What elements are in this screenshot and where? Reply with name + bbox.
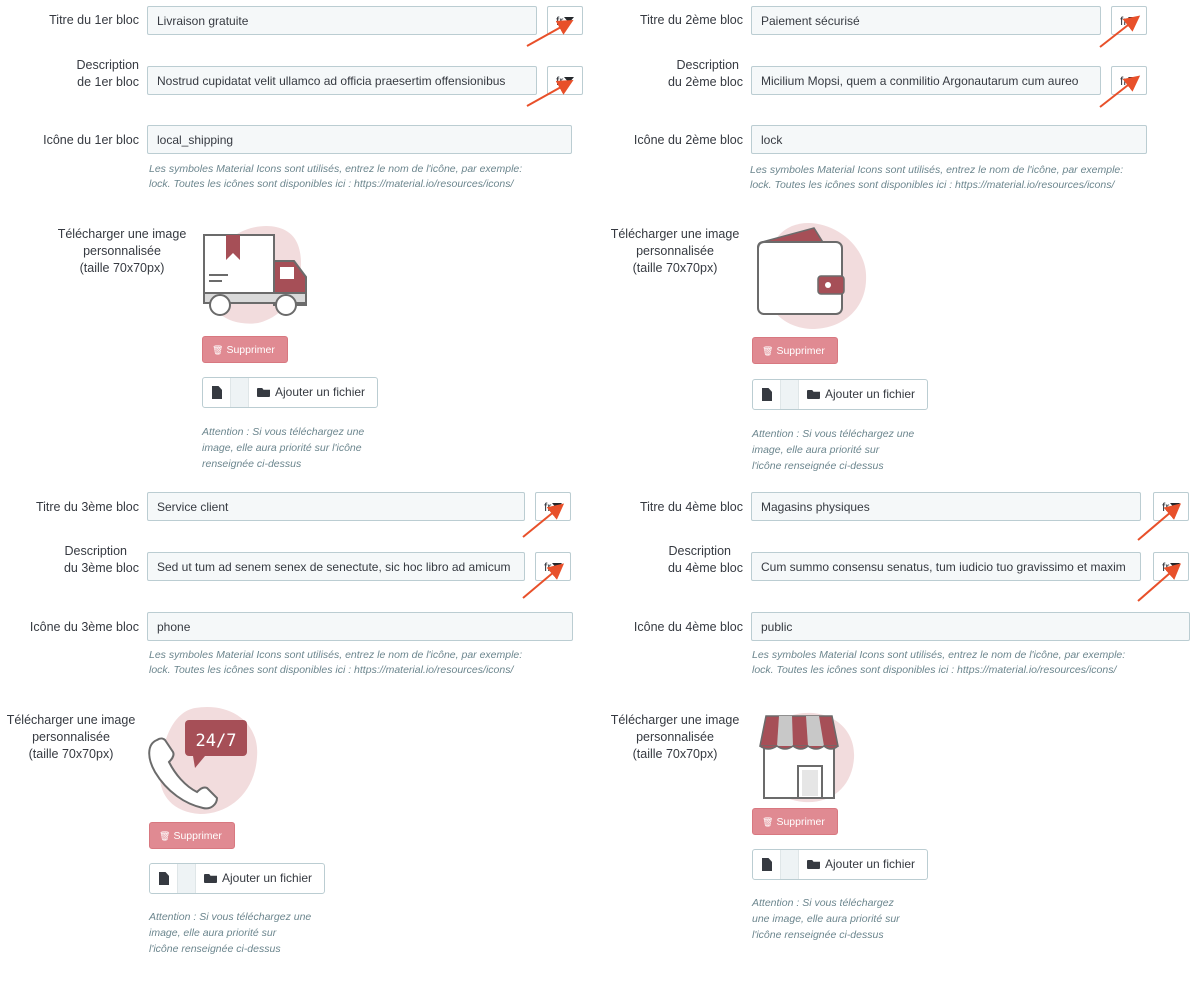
icon-name-input[interactable]: lock [751,125,1147,154]
title-input[interactable]: Livraison gratuite [147,6,537,35]
folder-open-icon [204,874,217,883]
file-upload-group[interactable]: Ajouter un fichier [202,377,378,408]
trash-icon: 🗑 [159,831,171,841]
title-label: Titre du 3ème bloc [35,500,139,514]
icon-label: Icône du 2ème bloc [633,133,743,147]
caret-down-icon [1170,563,1181,569]
title-input[interactable]: Magasins physiques [751,492,1141,521]
file-name-display [178,864,196,893]
delete-image-button[interactable]: 🗑 Supprimer [149,822,235,849]
delivery-truck-icon [203,225,307,324]
icon-help-text: Les symboles Material Icons sont utilisé… [752,649,1126,676]
caret-down-icon [552,503,563,509]
caret-down-icon [564,77,575,83]
file-upload-group[interactable]: Ajouter un fichier [752,849,928,880]
title-label: Titre du 2ème bloc [639,13,743,27]
upload-label: Télécharger une image personnalisée (taill… [57,227,187,275]
description-label: Description du 3ème bloc [63,544,139,575]
trash-icon: 🗑 [762,817,774,827]
language-code: fr [544,560,552,574]
icon-help-text: Les symboles Material Icons sont utilisé… [149,163,523,190]
storefront-icon [759,712,855,803]
language-code: fr [556,14,564,28]
description-label: Description du 2ème bloc [667,58,743,89]
folder-open-icon [807,390,820,399]
file-icon [762,858,772,871]
description-input[interactable]: Micilium Mopsi, quem a conmilitio Argona… [751,66,1101,95]
file-icon [212,386,222,399]
language-dropdown[interactable]: fr [535,552,571,581]
trash-icon: 🗑 [762,346,774,356]
file-name-display [231,378,249,407]
icon-help-text: Les symboles Material Icons sont utilisé… [750,164,1124,191]
caret-down-icon [1170,503,1181,509]
upload-warning-text: Attention : Si vous téléchargez une image… [202,426,365,470]
upload-warning-text: Attention : Si vous téléchargez une image… [149,911,312,955]
language-code: fr [1120,14,1128,28]
icon-label: Icône du 1er bloc [43,133,139,147]
title-input[interactable]: Paiement sécurisé [751,6,1101,35]
upload-warning-text: Attention : Si vous téléchargez une image… [752,428,915,472]
caret-down-icon [1128,17,1139,23]
file-name-display [781,380,799,409]
caret-down-icon [1128,77,1139,83]
delete-image-button[interactable]: 🗑 Supprimer [752,808,838,835]
badge-24-7: 24/7 [196,731,237,751]
language-dropdown[interactable]: fr [535,492,571,521]
language-dropdown[interactable]: fr [1153,492,1189,521]
caret-down-icon [552,563,563,569]
description-label: Description du 4ème bloc [667,544,743,575]
file-upload-group[interactable]: Ajouter un fichier [149,863,325,894]
icon-help-text: Les symboles Material Icons sont utilisé… [149,649,523,676]
icon-name-input[interactable]: public [751,612,1190,641]
file-icon [159,872,169,885]
delete-image-button[interactable]: 🗑 Supprimer [752,337,838,364]
folder-open-icon [807,860,820,869]
language-code: fr [1162,500,1170,514]
upload-label: Télécharger une image personnalisée (taill… [610,227,740,275]
add-file-button[interactable]: Ajouter un fichier [204,871,312,886]
language-dropdown[interactable]: fr [1111,6,1147,35]
file-name-display [781,850,799,879]
wallet-icon [757,222,867,329]
trash-icon: 🗑 [212,345,224,355]
language-dropdown[interactable]: fr [1153,552,1189,581]
add-file-button[interactable]: Ajouter un fichier [807,857,915,872]
title-label: Titre du 4ème bloc [639,500,743,514]
description-input[interactable]: Cum summo consensu senatus, tum iudicio … [751,552,1141,581]
language-code: fr [1162,560,1170,574]
language-dropdown[interactable]: fr [547,6,583,35]
phone-24-7-icon: 24/7 [148,706,258,814]
language-code: fr [1120,74,1128,88]
upload-label: Télécharger une image personnalisée (taill… [6,713,136,761]
icon-name-input[interactable]: local_shipping [147,125,572,154]
delete-image-button[interactable]: 🗑 Supprimer [202,336,288,363]
language-dropdown[interactable]: fr [547,66,583,95]
language-dropdown[interactable]: fr [1111,66,1147,95]
title-label: Titre du 1er bloc [49,13,139,27]
language-code: fr [544,500,552,514]
language-code: fr [556,74,564,88]
description-input[interactable]: Sed ut tum ad senem senex de senectute, … [147,552,525,581]
icon-label: Icône du 4ème bloc [633,620,743,634]
title-input[interactable]: Service client [147,492,525,521]
icon-name-input[interactable]: phone [147,612,573,641]
add-file-button[interactable]: Ajouter un fichier [257,385,365,400]
add-file-button[interactable]: Ajouter un fichier [807,387,915,402]
file-upload-group[interactable]: Ajouter un fichier [752,379,928,410]
upload-label: Télécharger une image personnalisée (taill… [610,713,740,761]
icon-label: Icône du 3ème bloc [29,620,139,634]
folder-open-icon [257,388,270,397]
caret-down-icon [564,17,575,23]
file-icon [762,388,772,401]
upload-warning-text: Attention : Si vous téléchargez une image… [752,897,900,941]
description-input[interactable]: Nostrud cupidatat velit ullamco ad offic… [147,66,537,95]
description-label: Description de 1er bloc [76,58,139,89]
